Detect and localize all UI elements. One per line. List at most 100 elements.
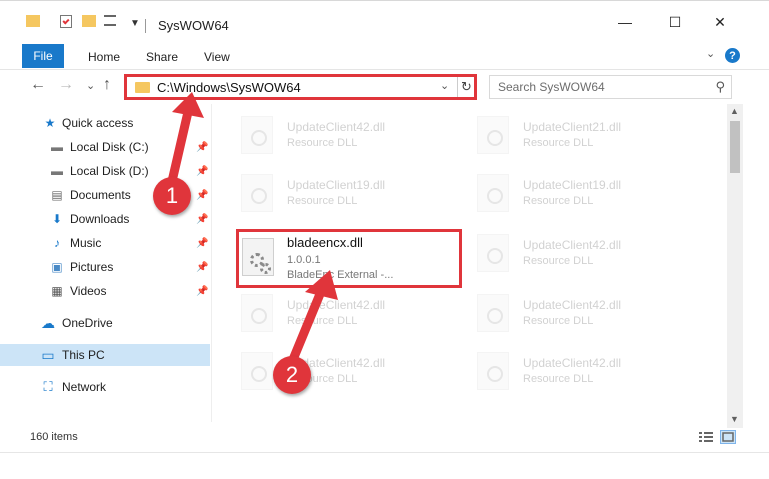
folder-icon xyxy=(135,82,150,93)
file-tile[interactable]: UpdateClient42.dll Resource DLL xyxy=(469,348,707,408)
computer-icon: ▭ xyxy=(41,346,55,363)
file-version: 1.0.0.1 xyxy=(287,254,321,266)
chevron-down-icon[interactable]: ⌄ xyxy=(440,79,449,92)
sidebar-item-label: Network xyxy=(62,380,107,394)
file-description: Resource DLL xyxy=(523,195,594,207)
scroll-thumb[interactable] xyxy=(730,121,740,173)
address-bar[interactable]: C:\Windows\SysWOW64 ⌄ ↻ xyxy=(124,74,477,100)
dll-file-icon xyxy=(241,116,273,154)
music-icon: ♪ xyxy=(54,236,60,250)
file-description: Resource DLL xyxy=(287,195,358,207)
navigation-pane: ★ Quick access ▬ Local Disk (C:) 📌 ▬ Loc… xyxy=(0,104,212,422)
sidebar-item-quick-access[interactable]: ★ Quick access xyxy=(0,112,210,134)
file-tile[interactable]: UpdateClient19.dll Resource DLL xyxy=(233,170,471,230)
sidebar-item-music[interactable]: ♪ Music 📌 xyxy=(0,232,210,254)
cloud-icon: ☁ xyxy=(41,314,55,331)
scroll-down-icon[interactable]: ▼ xyxy=(730,414,739,424)
file-name: UpdateClient42.dll xyxy=(523,356,622,370)
dll-file-icon xyxy=(477,174,509,212)
drive-icon: ▬ xyxy=(51,164,63,178)
address-path[interactable]: C:\Windows\SysWOW64 xyxy=(157,80,301,95)
chevron-down-icon[interactable]: ▼ xyxy=(130,18,140,29)
minimize-button[interactable]: — xyxy=(605,11,645,33)
file-name: UpdateClient42.dll xyxy=(287,120,386,134)
file-name: UpdateClient21.dll xyxy=(523,120,622,134)
pictures-icon: ▣ xyxy=(51,260,63,274)
search-icon: ⚲ xyxy=(715,79,725,94)
file-description: Resource DLL xyxy=(523,137,594,149)
dll-file-icon xyxy=(241,174,273,212)
sidebar-item-network[interactable]: ⛶ Network xyxy=(0,376,210,398)
pin-icon[interactable]: 📌 xyxy=(196,142,208,153)
file-tile[interactable]: UpdateClient19.dll Resource DLL xyxy=(469,170,707,230)
gear-icon xyxy=(260,263,271,274)
sidebar-item-label: Documents xyxy=(70,188,131,202)
search-placeholder: Search SysWOW64 xyxy=(498,80,605,94)
dll-file-icon xyxy=(242,238,274,276)
forward-button[interactable]: → xyxy=(58,76,74,94)
star-icon: ★ xyxy=(44,116,56,130)
sidebar-item-label: Music xyxy=(70,236,102,250)
help-icon[interactable]: ? xyxy=(725,48,740,63)
file-tile[interactable]: UpdateClient42.dll Resource DLL xyxy=(469,230,707,290)
videos-icon: ▦ xyxy=(51,284,63,298)
sidebar-item-label: Pictures xyxy=(70,260,114,274)
annotation-badge-2: 2 xyxy=(273,356,311,394)
properties-icon[interactable] xyxy=(60,15,72,28)
window-title: SysWOW64 xyxy=(158,18,229,33)
pin-icon[interactable]: 📌 xyxy=(196,286,208,297)
recent-locations-button[interactable]: ⌄ xyxy=(86,79,95,92)
sidebar-item-this-pc[interactable]: ▭ This PC xyxy=(0,344,210,366)
search-input[interactable]: Search SysWOW64 ⚲ xyxy=(489,75,732,99)
maximize-button[interactable]: ☐ xyxy=(655,11,695,33)
sidebar-item-label: Local Disk (C:) xyxy=(70,140,149,154)
file-tile[interactable]: UpdateClient42.dll Resource DLL xyxy=(233,290,471,350)
pin-icon[interactable]: 📌 xyxy=(196,262,208,273)
file-description: Resource DLL xyxy=(287,137,358,149)
file-name: UpdateClient42.dll xyxy=(523,298,622,312)
refresh-button[interactable]: ↻ xyxy=(457,77,475,97)
dll-file-icon xyxy=(241,352,273,390)
sidebar-item-onedrive[interactable]: ☁ OneDrive xyxy=(0,312,210,334)
tiles-view-icon[interactable] xyxy=(720,430,736,444)
sidebar-item-local-disk-c[interactable]: ▬ Local Disk (C:) 📌 xyxy=(0,136,210,158)
vertical-scrollbar[interactable]: ▲ ▼ xyxy=(727,104,743,428)
dll-file-icon xyxy=(477,234,509,272)
scroll-up-icon[interactable]: ▲ xyxy=(730,106,739,116)
up-button[interactable]: ↑ xyxy=(103,76,111,94)
download-icon: ⬇ xyxy=(51,212,63,226)
back-button[interactable]: ← xyxy=(30,76,46,94)
file-tile[interactable]: UpdateClient42.dll Resource DLL xyxy=(233,348,471,408)
details-view-icon[interactable] xyxy=(698,430,714,444)
customize-icon[interactable] xyxy=(104,15,116,26)
file-tile[interactable]: UpdateClient21.dll Resource DLL xyxy=(469,112,707,172)
file-description: Resource DLL xyxy=(287,315,358,327)
tab-file[interactable]: File xyxy=(22,44,64,68)
new-folder-icon[interactable] xyxy=(82,15,96,27)
close-button[interactable]: ✕ xyxy=(700,11,740,33)
sidebar-item-videos[interactable]: ▦ Videos 📌 xyxy=(0,280,210,302)
tab-share[interactable]: Share xyxy=(146,50,178,64)
file-tile[interactable]: UpdateClient42.dll Resource DLL xyxy=(233,112,471,172)
pin-icon[interactable]: 📌 xyxy=(196,238,208,249)
file-description: BladeEnc External -... xyxy=(287,269,394,281)
sidebar-item-pictures[interactable]: ▣ Pictures 📌 xyxy=(0,256,210,278)
pin-icon[interactable]: 📌 xyxy=(196,214,208,225)
sidebar-item-label: OneDrive xyxy=(62,316,113,330)
highlighted-file-tile[interactable]: bladeencx.dll 1.0.0.1 BladeEnc External … xyxy=(236,229,462,288)
file-name: UpdateClient42.dll xyxy=(287,298,386,312)
navigation-bar: ← → ⌄ ↑ C:\Windows\SysWOW64 ⌄ ↻ Search S… xyxy=(0,70,769,102)
drive-icon: ▬ xyxy=(51,140,63,154)
file-description: Resource DLL xyxy=(523,373,594,385)
title-bar: ▼ SysWOW64 — ☐ ✕ xyxy=(0,0,769,40)
tab-view[interactable]: View xyxy=(204,50,230,64)
file-tile[interactable]: UpdateClient42.dll Resource DLL xyxy=(469,290,707,350)
file-description: Resource DLL xyxy=(523,255,594,267)
pin-icon[interactable]: 📌 xyxy=(196,190,208,201)
pin-icon[interactable]: 📌 xyxy=(196,166,208,177)
tab-home[interactable]: Home xyxy=(88,50,120,64)
sidebar-item-label: Downloads xyxy=(70,212,130,226)
network-icon: ⛶ xyxy=(43,379,53,394)
ribbon-collapse-icon[interactable]: ⌄ xyxy=(706,47,715,60)
file-name: UpdateClient19.dll xyxy=(287,178,386,192)
